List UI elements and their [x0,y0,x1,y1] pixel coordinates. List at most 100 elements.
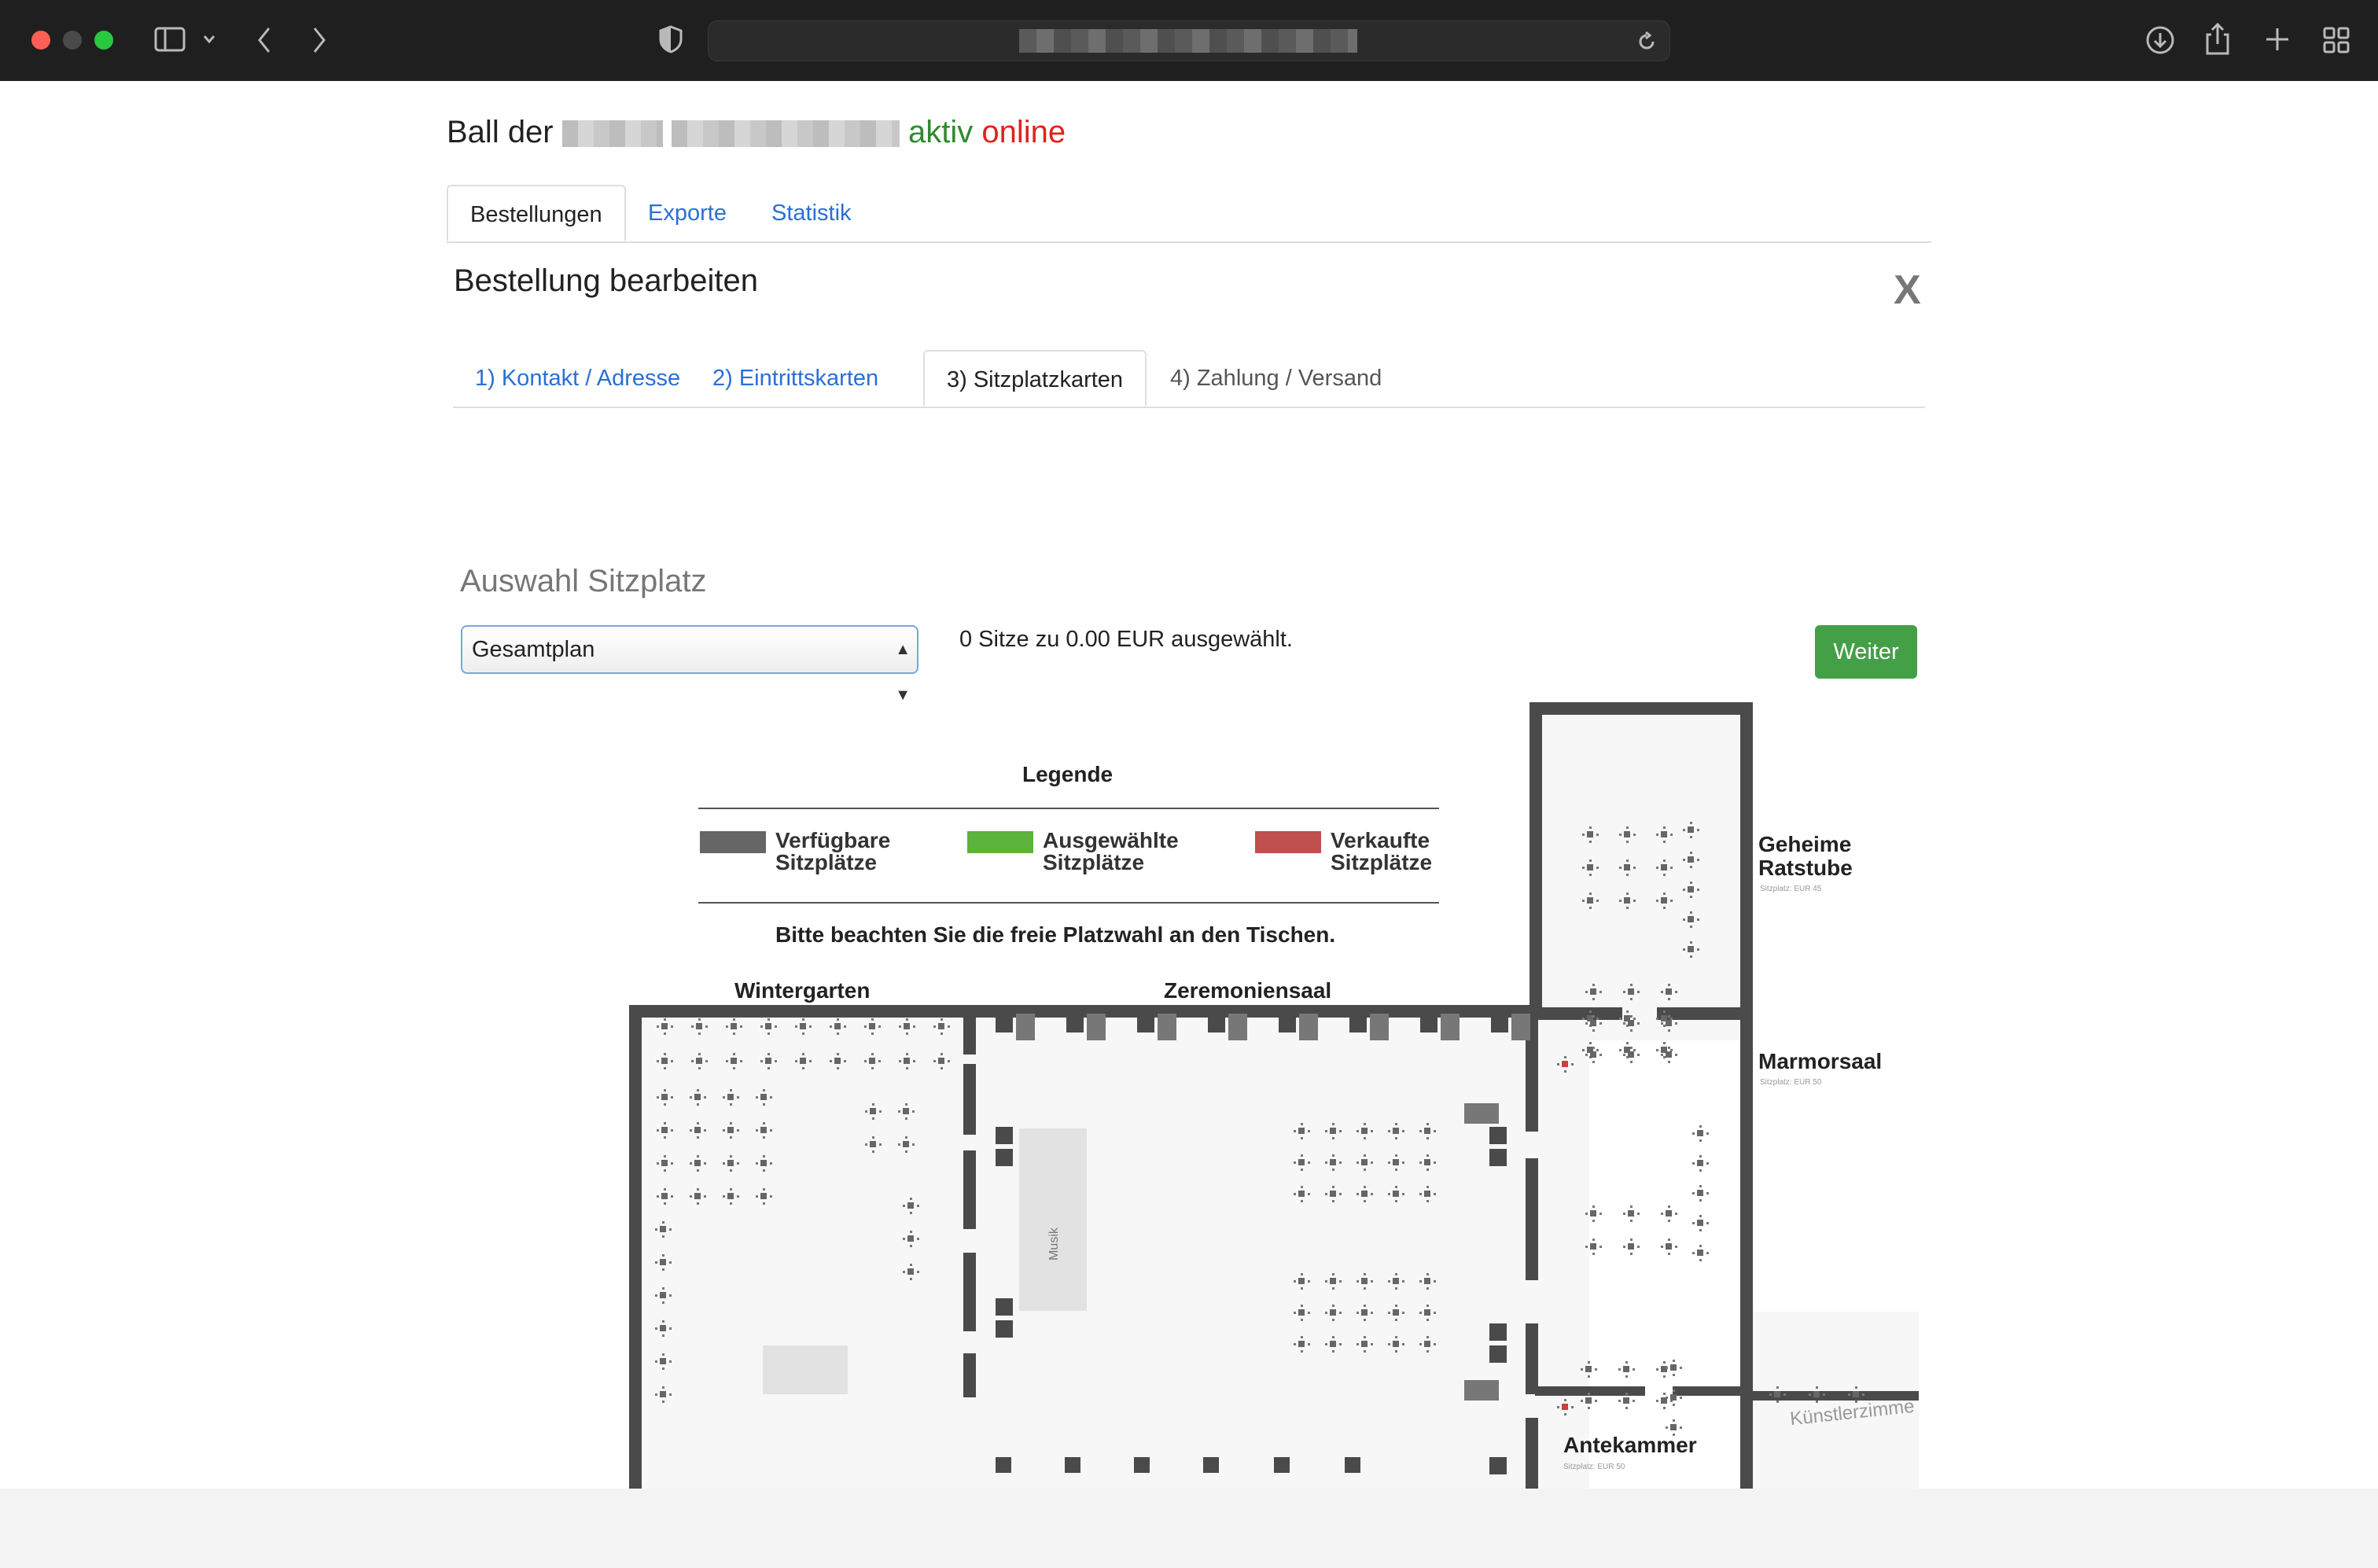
close-panel-button[interactable]: X [1894,267,1921,314]
shield-icon[interactable] [659,25,683,53]
seat-chair-103-1 [1339,1280,1342,1283]
seat-chair-126-2 [1776,1386,1779,1389]
seat-table-110 [1393,1309,1399,1316]
seat-table-27 [694,1160,701,1166]
seat-chair-2-2 [733,1018,735,1021]
seat-table-133 [1562,1404,1568,1410]
seat-chair-62-2 [1690,822,1692,824]
tab-sitzplatzkarten[interactable]: 3) Sitzplatzkarten [923,350,1147,407]
seat-chair-106-3 [1426,1287,1429,1290]
seat-chair-125-0 [1666,1426,1668,1429]
seat-chair-50-2 [1589,859,1592,862]
address-bar[interactable] [708,20,1670,61]
seat-chair-73-1 [1599,1054,1602,1056]
seat-table-80 [1628,1243,1634,1250]
table-block-5 [1349,1015,1367,1032]
seat-chair-31-3 [697,1202,699,1205]
seat-chair-110-2 [1395,1305,1397,1307]
seat-chair-101-0 [1419,1193,1422,1195]
seat-chair-20-1 [737,1096,739,1099]
room-label-wintergarten: Wintergarten [734,978,871,1003]
seat-chair-45-2 [910,1231,912,1233]
seat-table-72 [1666,1020,1672,1026]
seat-chair-85-1 [1706,1222,1709,1224]
minimize-window-button[interactable] [63,31,82,50]
seat-table-73 [1590,1051,1596,1058]
seat-chair-19-1 [704,1096,706,1099]
tab-statistik[interactable]: Statistik [749,185,874,241]
seat-table-70 [1590,1020,1596,1026]
seat-chair-51-2 [1626,859,1629,862]
seat-table-6 [869,1023,875,1029]
seat-chair-92-1 [1308,1161,1310,1164]
seat-chair-101-1 [1434,1193,1436,1195]
seat-chair-94-3 [1364,1169,1366,1171]
seat-table-37 [660,1325,666,1331]
sidebar-icon[interactable] [154,27,186,52]
seat-chair-113-0 [1325,1343,1327,1345]
seat-table-7 [904,1023,910,1029]
wall-8 [963,1253,976,1331]
seat-chair-2-0 [726,1025,728,1028]
seat-chair-42-0 [865,1143,867,1146]
seat-table-17 [938,1058,944,1064]
plan-select[interactable]: Gesamtplan ▲ ▼ [461,625,918,704]
tab-zahlung-versand[interactable]: 4) Zahlung / Versand [1148,350,1404,407]
seat-chair-15-3 [871,1067,874,1069]
seat-chair-39-0 [655,1393,657,1396]
tab-exporte[interactable]: Exporte [626,185,749,241]
seat-table-123 [1670,1364,1677,1371]
tab-bestellungen[interactable]: Bestellungen [447,185,626,241]
seat-chair-115-2 [1395,1336,1397,1338]
seat-chair-82-1 [1706,1132,1709,1135]
tab-eintrittskarten[interactable]: 2) Eintrittskarten [690,350,900,407]
reload-icon[interactable] [1636,31,1657,52]
seat-chair-26-1 [671,1162,673,1165]
share-icon[interactable] [2205,22,2230,55]
weiter-button[interactable]: Weiter [1815,625,1917,679]
seat-chair-115-3 [1395,1350,1397,1353]
seat-table-79 [1590,1243,1596,1250]
seat-chair-44-3 [910,1212,912,1214]
seat-table-85 [1697,1220,1703,1226]
new-tab-icon[interactable] [2265,27,2290,52]
seat-table-23 [694,1127,701,1133]
forward-icon[interactable] [311,27,327,53]
table-block-3 [1208,1015,1225,1032]
table-block-10 [1158,1014,1176,1040]
download-icon[interactable] [2145,25,2175,55]
tab-overview-icon[interactable] [2323,27,2350,53]
seat-chair-88-2 [1332,1123,1334,1125]
seat-chair-0-3 [664,1032,666,1035]
seat-chair-47-3 [1589,841,1592,843]
seat-chair-16-3 [906,1067,908,1069]
close-window-button[interactable] [31,31,50,50]
seat-chair-117-1 [1595,1368,1597,1371]
seat-chair-117-0 [1581,1368,1583,1371]
seat-table-113 [1330,1341,1336,1347]
seat-chair-87-3 [1301,1137,1303,1139]
table-block-1 [1066,1015,1084,1032]
seat-chair-63-1 [1697,859,1699,861]
seat-chair-31-1 [704,1195,706,1198]
seat-chair-55-3 [1663,907,1666,909]
seat-chair-36-1 [669,1294,672,1297]
seat-chair-118-2 [1625,1361,1628,1364]
seat-chair-53-1 [1596,900,1599,902]
seat-chair-26-0 [657,1162,659,1165]
seat-table-13 [800,1058,806,1064]
seat-chair-110-1 [1402,1312,1404,1314]
seat-chair-3-2 [768,1018,770,1021]
tab-kontakt-adresse[interactable]: 1) Kontakt / Adresse [453,350,702,407]
seat-table-33 [760,1193,767,1199]
seat-chair-8-2 [941,1018,943,1021]
table-block-11 [1228,1014,1247,1040]
chevron-down-icon[interactable] [203,35,215,44]
back-icon[interactable] [256,27,272,53]
seat-table-0 [661,1023,668,1029]
seat-chair-71-2 [1630,1015,1633,1018]
seat-chair-123-0 [1666,1367,1668,1369]
seat-chair-85-0 [1692,1222,1695,1224]
seat-table-90 [1393,1128,1399,1134]
maximize-window-button[interactable] [94,31,113,50]
